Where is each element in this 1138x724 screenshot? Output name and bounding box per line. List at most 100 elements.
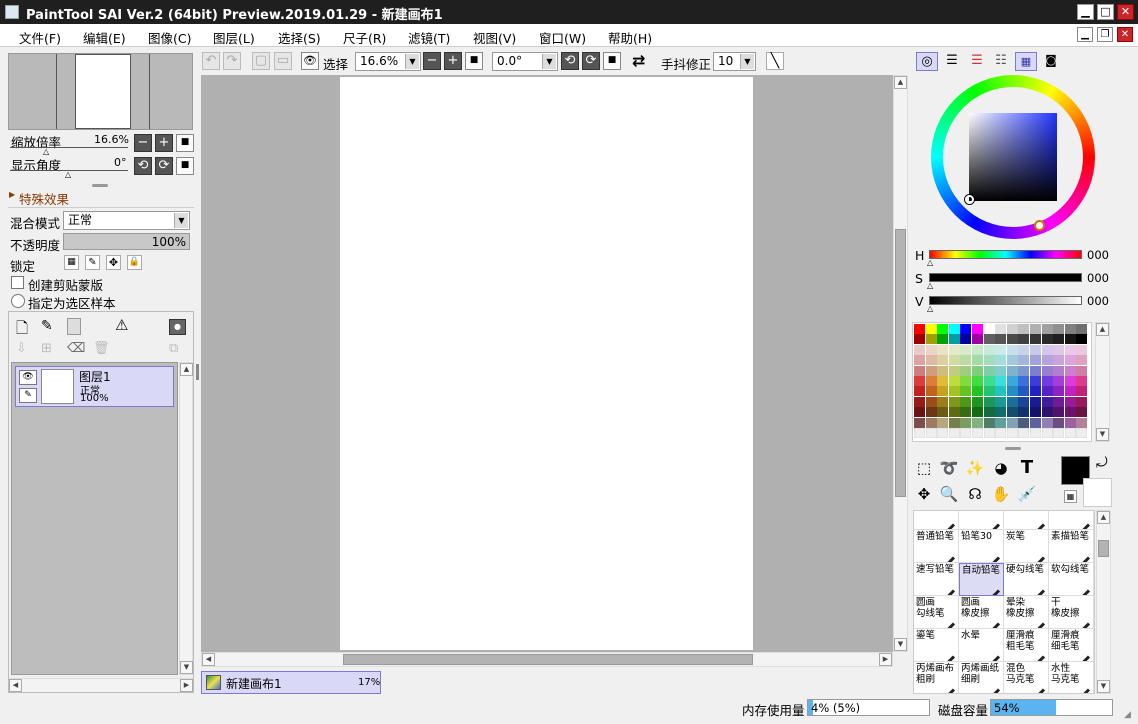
nav-rotate-left-button[interactable]: ⟲ bbox=[134, 157, 152, 175]
color-swatch[interactable] bbox=[960, 365, 972, 376]
color-swatch[interactable] bbox=[1064, 344, 1076, 355]
color-swatch[interactable] bbox=[925, 407, 937, 418]
color-swatch[interactable] bbox=[995, 376, 1007, 386]
color-swatch[interactable] bbox=[937, 334, 949, 345]
color-swatch[interactable] bbox=[960, 376, 972, 386]
scroll-up-icon[interactable]: ▲ bbox=[1097, 511, 1110, 524]
color-swatch[interactable] bbox=[1030, 365, 1041, 376]
color-swatch[interactable] bbox=[937, 396, 949, 407]
color-swatch[interactable] bbox=[960, 355, 972, 366]
color-swatch[interactable] bbox=[937, 407, 949, 418]
color-swatch[interactable] bbox=[1076, 344, 1088, 355]
empty-swatch[interactable] bbox=[937, 428, 949, 438]
scroll-up-icon[interactable]: ▲ bbox=[894, 76, 907, 89]
menu-view[interactable]: 视图(V) bbox=[473, 28, 516, 47]
brush-21[interactable]: 丙烯画纸 细刷 bbox=[959, 662, 1004, 693]
scroll-up-icon[interactable]: ▲ bbox=[180, 363, 193, 376]
layer-mask-icon[interactable]: ● bbox=[169, 319, 186, 335]
lasso-icon[interactable]: ➰ bbox=[938, 457, 960, 479]
zoom-out-button[interactable]: − bbox=[423, 52, 441, 70]
empty-swatch[interactable] bbox=[1076, 428, 1088, 438]
saturation-value-square[interactable] bbox=[969, 113, 1057, 201]
color-swatch[interactable] bbox=[1041, 386, 1053, 397]
text-tool-icon[interactable]: T bbox=[1016, 457, 1038, 479]
color-swatch[interactable] bbox=[1030, 407, 1041, 418]
color-swatch[interactable] bbox=[948, 334, 960, 345]
color-swatch[interactable] bbox=[960, 407, 972, 418]
brush-15[interactable]: 干 橡皮擦 bbox=[1049, 596, 1094, 629]
empty-swatch[interactable] bbox=[1018, 428, 1030, 438]
brush-2[interactable]: 铅笔 bbox=[1004, 511, 1049, 530]
color-swatch[interactable] bbox=[1076, 376, 1088, 386]
color-swatch[interactable] bbox=[983, 365, 995, 376]
color-swatch[interactable] bbox=[1018, 396, 1030, 407]
brush-8[interactable]: 速写铅笔 bbox=[914, 563, 959, 596]
canvas-paper[interactable] bbox=[340, 77, 753, 650]
document-tab[interactable]: 新建画布1 17% bbox=[201, 671, 381, 694]
zoom-in-button[interactable]: + bbox=[444, 52, 462, 70]
s-slider[interactable] bbox=[929, 273, 1082, 282]
minimize-button[interactable]: ▁ bbox=[1077, 4, 1094, 20]
color-swatch[interactable] bbox=[1018, 344, 1030, 355]
color-swatch[interactable] bbox=[983, 355, 995, 366]
color-swatch[interactable] bbox=[1030, 386, 1041, 397]
color-swatch[interactable] bbox=[995, 334, 1007, 345]
opacity-slider[interactable]: 100% bbox=[63, 233, 190, 250]
slider-handle-icon[interactable]: △ bbox=[65, 170, 71, 179]
rotate-reset-button[interactable]: ■ bbox=[603, 52, 621, 70]
layer-row[interactable]: 👁 ✎ 图层1 正常 100% bbox=[15, 366, 174, 407]
eye-icon[interactable]: 👁 bbox=[301, 52, 319, 70]
brush-12[interactable]: 圆画 勾线笔 bbox=[914, 596, 959, 629]
delete-layer-icon[interactable]: 🗑 bbox=[93, 341, 110, 356]
color-swatch[interactable] bbox=[1018, 386, 1030, 397]
rotate-right-button[interactable]: ⟳ bbox=[582, 52, 600, 70]
color-swatch[interactable] bbox=[925, 324, 937, 334]
expand-arrow-icon[interactable]: ▶ bbox=[9, 190, 15, 199]
nav-rotate-reset-button[interactable]: ■ bbox=[176, 157, 194, 175]
color-swatch[interactable] bbox=[983, 334, 995, 345]
sv-cursor-icon[interactable] bbox=[965, 195, 974, 204]
color-swatch[interactable] bbox=[1076, 355, 1088, 366]
color-swatch[interactable] bbox=[983, 386, 995, 397]
color-swatch[interactable] bbox=[914, 396, 925, 407]
color-swatch[interactable] bbox=[1064, 407, 1076, 418]
swatch-grid[interactable] bbox=[912, 322, 1092, 442]
color-swatch[interactable] bbox=[960, 386, 972, 397]
brush-22[interactable]: 混色 马克笔 bbox=[1004, 662, 1049, 693]
color-swatch[interactable] bbox=[995, 344, 1007, 355]
brush-17[interactable]: 水晕 bbox=[959, 629, 1004, 662]
lock-all-icon[interactable]: 🔒 bbox=[127, 255, 142, 270]
color-swatch[interactable] bbox=[1006, 386, 1018, 397]
new-layer-icon[interactable]: 🗋 bbox=[16, 318, 34, 337]
color-swatch[interactable] bbox=[1053, 334, 1065, 345]
empty-swatch[interactable] bbox=[983, 428, 995, 438]
selection-source-radio[interactable] bbox=[11, 294, 25, 308]
color-swatch[interactable] bbox=[914, 407, 925, 418]
empty-swatch[interactable] bbox=[1006, 428, 1018, 438]
color-swatch[interactable] bbox=[1030, 396, 1041, 407]
eye-icon[interactable]: 👁 bbox=[19, 370, 37, 385]
color-wheel-mode-icon[interactable]: ◎ bbox=[916, 52, 938, 71]
empty-swatch[interactable] bbox=[925, 428, 937, 438]
scroll-down-icon[interactable]: ▼ bbox=[1097, 680, 1110, 693]
color-swatch[interactable] bbox=[1018, 355, 1030, 366]
color-swatch[interactable] bbox=[1053, 407, 1065, 418]
color-swatch[interactable] bbox=[1041, 407, 1053, 418]
color-swatch[interactable] bbox=[925, 386, 937, 397]
rotate-view-icon[interactable]: ☊ bbox=[964, 483, 986, 505]
color-swatch[interactable] bbox=[1006, 344, 1018, 355]
color-swatch[interactable] bbox=[983, 396, 995, 407]
scroll-down-icon[interactable]: ▼ bbox=[180, 661, 193, 674]
color-swatch[interactable] bbox=[1076, 324, 1088, 334]
color-mixer-mode-icon[interactable]: ☷ bbox=[990, 52, 1012, 71]
panel-splitter[interactable] bbox=[196, 364, 199, 380]
color-swatch[interactable] bbox=[1030, 376, 1041, 386]
color-swatch[interactable] bbox=[1053, 376, 1065, 386]
color-swatch[interactable] bbox=[1064, 396, 1076, 407]
empty-swatch[interactable] bbox=[972, 428, 983, 438]
rotate-left-button[interactable]: ⟲ bbox=[561, 52, 579, 70]
color-swatch[interactable] bbox=[1018, 365, 1030, 376]
invert-selection-button[interactable]: ▭ bbox=[274, 52, 292, 70]
scroll-down-icon[interactable]: ▼ bbox=[1096, 428, 1109, 441]
canvas-viewport[interactable] bbox=[201, 75, 893, 652]
